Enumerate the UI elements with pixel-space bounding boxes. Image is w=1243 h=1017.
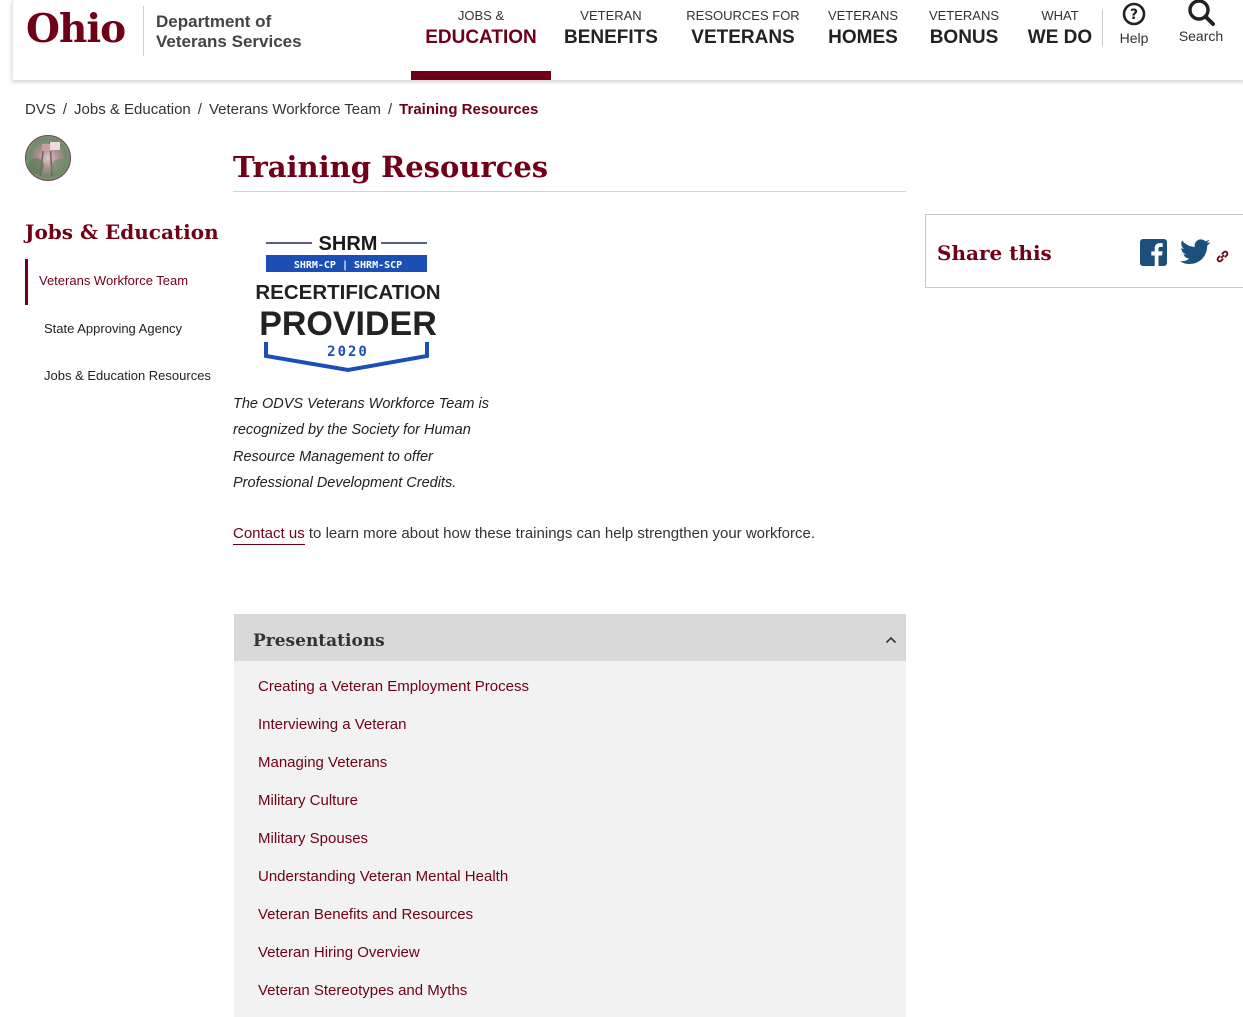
nav-big-label: BONUS (929, 27, 999, 48)
department-line-2: Veterans Services (156, 32, 302, 51)
presentations-accordion-header[interactable]: Presentations (234, 614, 906, 661)
badge-shrm-text: SHRM (319, 233, 378, 255)
breadcrumb-separator: / (197, 101, 202, 118)
presentation-link[interactable]: Understanding Veteran Mental Health (258, 862, 529, 900)
logo-divider (143, 6, 144, 56)
chevron-up-icon (885, 636, 897, 644)
presentation-link[interactable]: Veteran Hiring Overview (258, 938, 529, 976)
share-title: Share this (937, 241, 1052, 265)
nav-big-label: WE DO (1027, 27, 1093, 48)
nav-what-we-do[interactable]: WHAT WE DO (1025, 0, 1095, 49)
nav-veterans-homes[interactable]: VETERANS HOMES (821, 0, 905, 49)
shrm-recertification-badge: SHRM SHRM-CP | SHRM-SCP RECERTIFICATION … (255, 233, 441, 373)
presentations-list: Creating a Veteran Employment Process In… (258, 672, 529, 1014)
nav-small-label: JOBS & (457, 8, 505, 23)
svg-text:?: ? (1130, 7, 1138, 23)
badge-certification-bar: SHRM-CP | SHRM-SCP (294, 260, 402, 271)
help-button[interactable]: ? Help (1112, 0, 1156, 46)
badge-year-text: 2020 (327, 344, 369, 360)
department-line-1: Department of (156, 12, 272, 31)
presentation-link[interactable]: Managing Veterans (258, 748, 529, 786)
nav-small-label: RESOURCES FOR (686, 8, 800, 23)
nav-divider (1102, 10, 1103, 46)
accordion-title: Presentations (253, 631, 385, 651)
department-name[interactable]: Department of Veterans Services (156, 12, 302, 52)
site-header: Ohio Department of Veterans Services JOB… (12, 0, 1243, 80)
nav-big-label: VETERANS (691, 27, 795, 48)
nav-big-label: BENEFITS (564, 27, 658, 48)
badge-recertification-text: RECERTIFICATION (255, 281, 440, 304)
breadcrumb-dvs[interactable]: DVS (25, 101, 56, 118)
ohio-logo[interactable]: Ohio (26, 6, 126, 52)
breadcrumb-veterans-workforce-team[interactable]: Veterans Workforce Team (209, 101, 381, 118)
nav-small-label: VETERAN (580, 8, 642, 23)
nav-big-label: EDUCATION (425, 27, 537, 48)
link-icon[interactable] (1216, 250, 1229, 263)
intro-line: Professional Development Credits. (233, 474, 457, 491)
nav-resources-for-veterans[interactable]: RESOURCES FOR VETERANS (681, 0, 805, 49)
nav-small-label: VETERANS (928, 8, 1000, 23)
breadcrumb-jobs-education[interactable]: Jobs & Education (74, 101, 191, 118)
nav-small-label: VETERANS (827, 8, 899, 23)
nav-veterans-bonus[interactable]: VETERANS BONUS (923, 0, 1005, 49)
contact-paragraph: Contact us to learn more about how these… (233, 525, 816, 545)
presentation-link[interactable]: Military Culture (258, 786, 529, 824)
presentations-accordion: Presentations Creating a Veteran Employm… (234, 614, 906, 1017)
sidebar-item-state-approving-agency[interactable]: State Approving Agency (44, 321, 182, 336)
breadcrumb: DVS / Jobs & Education / Veterans Workforce … (25, 101, 538, 118)
presentation-link[interactable]: Veteran Stereotypes and Myths (258, 976, 529, 1014)
breadcrumb-separator: / (62, 101, 68, 118)
help-label: Help (1119, 30, 1149, 46)
intro-line: recognized by the Society for Human (233, 422, 471, 439)
sidebar-item-veterans-workforce-team[interactable]: Veterans Workforce Team (39, 273, 188, 288)
presentation-link[interactable]: Interviewing a Veteran (258, 710, 529, 748)
facebook-icon[interactable] (1140, 239, 1167, 266)
nav-small-label: WHAT (1041, 8, 1079, 23)
presentation-link[interactable]: Creating a Veteran Employment Process (258, 672, 529, 710)
page-title: Training Resources (233, 150, 549, 184)
breadcrumb-current: Training Resources (399, 101, 539, 118)
sidebar-item-jobs-education-resources[interactable]: Jobs & Education Resources (44, 368, 211, 383)
section-seal-image (25, 135, 71, 181)
presentation-link[interactable]: Veteran Benefits and Resources (258, 900, 529, 938)
twitter-icon[interactable] (1179, 239, 1211, 266)
breadcrumb-separator: / (387, 101, 393, 118)
sidebar-active-indicator (25, 259, 28, 305)
contact-us-link[interactable]: Contact us (233, 525, 305, 545)
nav-active-indicator (411, 71, 551, 80)
sidebar-heading[interactable]: Jobs & Education (25, 220, 219, 244)
search-button[interactable]: Search (1176, 0, 1226, 44)
help-icon: ? (1122, 2, 1146, 26)
nav-big-label: HOMES (828, 27, 898, 48)
shrm-recognition-text: The ODVS Veterans Workforce Team is reco… (233, 391, 513, 496)
share-box: Share this (925, 214, 1243, 288)
presentation-link[interactable]: Military Spouses (258, 824, 529, 862)
search-icon (1188, 0, 1215, 26)
title-divider (233, 191, 906, 192)
nav-veteran-benefits[interactable]: VETERAN BENEFITS (561, 0, 661, 49)
intro-line: Resource Management to offer (233, 448, 433, 465)
search-label: Search (1178, 28, 1224, 44)
flags-image (28, 141, 69, 177)
nav-jobs-education[interactable]: JOBS & EDUCATION (411, 0, 551, 49)
contact-text: to learn more about how these trainings … (304, 525, 816, 542)
badge-provider-text: PROVIDER (259, 305, 437, 343)
intro-line: The ODVS Veterans Workforce Team is (233, 396, 489, 412)
